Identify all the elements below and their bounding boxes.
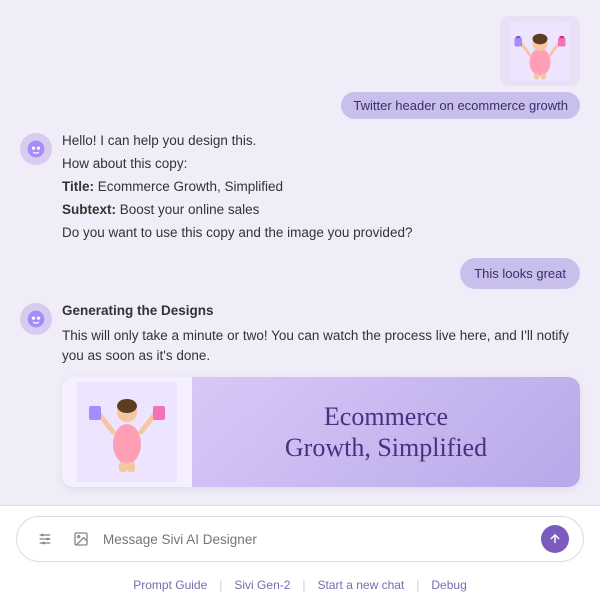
input-row <box>16 516 584 562</box>
user-image-message: Twitter header on ecommerce growth <box>20 16 580 119</box>
ai-message-2-content: Generating the Designs This will only ta… <box>62 301 580 488</box>
input-area <box>0 505 600 572</box>
footer-new-chat[interactable]: Start a new chat <box>318 578 405 592</box>
message-input[interactable] <box>103 532 533 547</box>
footer-divider-3: | <box>416 578 419 592</box>
design-preview-text: Ecommerce Growth, Simplified <box>192 377 580 487</box>
user-uploaded-image <box>500 16 580 86</box>
user-image-label: Twitter header on ecommerce growth <box>341 92 580 119</box>
footer-prompt-guide[interactable]: Prompt Guide <box>133 578 207 592</box>
user-reply-message: This looks great <box>20 258 580 289</box>
generating-body: This will only take a minute or two! You… <box>62 326 580 368</box>
ai-line1: Hello! I can help you design this. <box>62 131 580 152</box>
footer-sivi-gen2[interactable]: Sivi Gen-2 <box>234 578 290 592</box>
ai-message-2: Generating the Designs This will only ta… <box>20 301 580 488</box>
chat-area: Twitter header on ecommerce growth Hello… <box>0 0 600 505</box>
ai-message-1-content: Hello! I can help you design this. How a… <box>62 131 580 246</box>
generating-heading: Generating the Designs <box>62 303 214 318</box>
design-preview-image <box>62 377 192 487</box>
ai-title-line: Title: Ecommerce Growth, Simplified <box>62 177 580 198</box>
footer-links: Prompt Guide | Sivi Gen-2 | Start a new … <box>0 572 600 600</box>
settings-icon-button[interactable] <box>31 525 59 553</box>
ai-line2: How about this copy: <box>62 154 580 175</box>
footer-divider-2: | <box>302 578 305 592</box>
ai-message-1: Hello! I can help you design this. How a… <box>20 131 580 246</box>
user-reply-bubble: This looks great <box>460 258 580 289</box>
footer-debug[interactable]: Debug <box>431 578 466 592</box>
design-title: Ecommerce Growth, Simplified <box>285 401 487 463</box>
ai-subtext-line: Subtext: Boost your online sales <box>62 200 580 221</box>
image-attach-button[interactable] <box>67 525 95 553</box>
ai-avatar-2 <box>20 303 52 335</box>
ai-line5: Do you want to use this copy and the ima… <box>62 223 580 244</box>
footer-divider-1: | <box>219 578 222 592</box>
design-preview-card: Ecommerce Growth, Simplified <box>62 377 580 487</box>
ai-avatar <box>20 133 52 165</box>
send-button[interactable] <box>541 525 569 553</box>
